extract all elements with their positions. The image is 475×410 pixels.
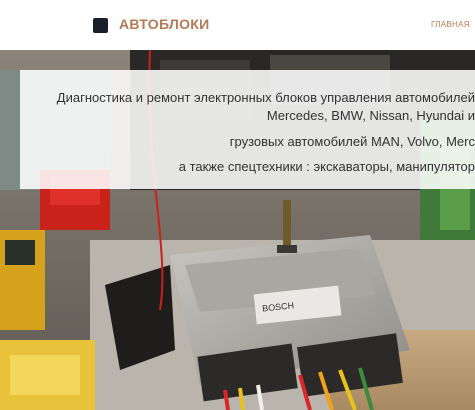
hero-line-4: а также спецтехники : экскаваторы, манип… — [178, 159, 475, 174]
site-header: АВТОБЛОКИ ГЛАВНАЯ — [0, 0, 475, 50]
logo-square-icon[interactable] — [93, 18, 108, 33]
hero-line-1: Диагностика и ремонт электронных блоков … — [56, 90, 475, 105]
hero-line-2: Mercedes, BMW, Nissan, Hyundai и — [266, 108, 475, 123]
brand-logo-text[interactable]: АВТОБЛОКИ — [119, 16, 210, 32]
nav-link-home[interactable]: ГЛАВНАЯ — [431, 20, 470, 29]
hero-line-3: грузовых автомобилей MAN, Volvo, Merc — [229, 134, 475, 149]
hero-text-panel: Диагностика и ремонт электронных блоков … — [20, 70, 475, 189]
